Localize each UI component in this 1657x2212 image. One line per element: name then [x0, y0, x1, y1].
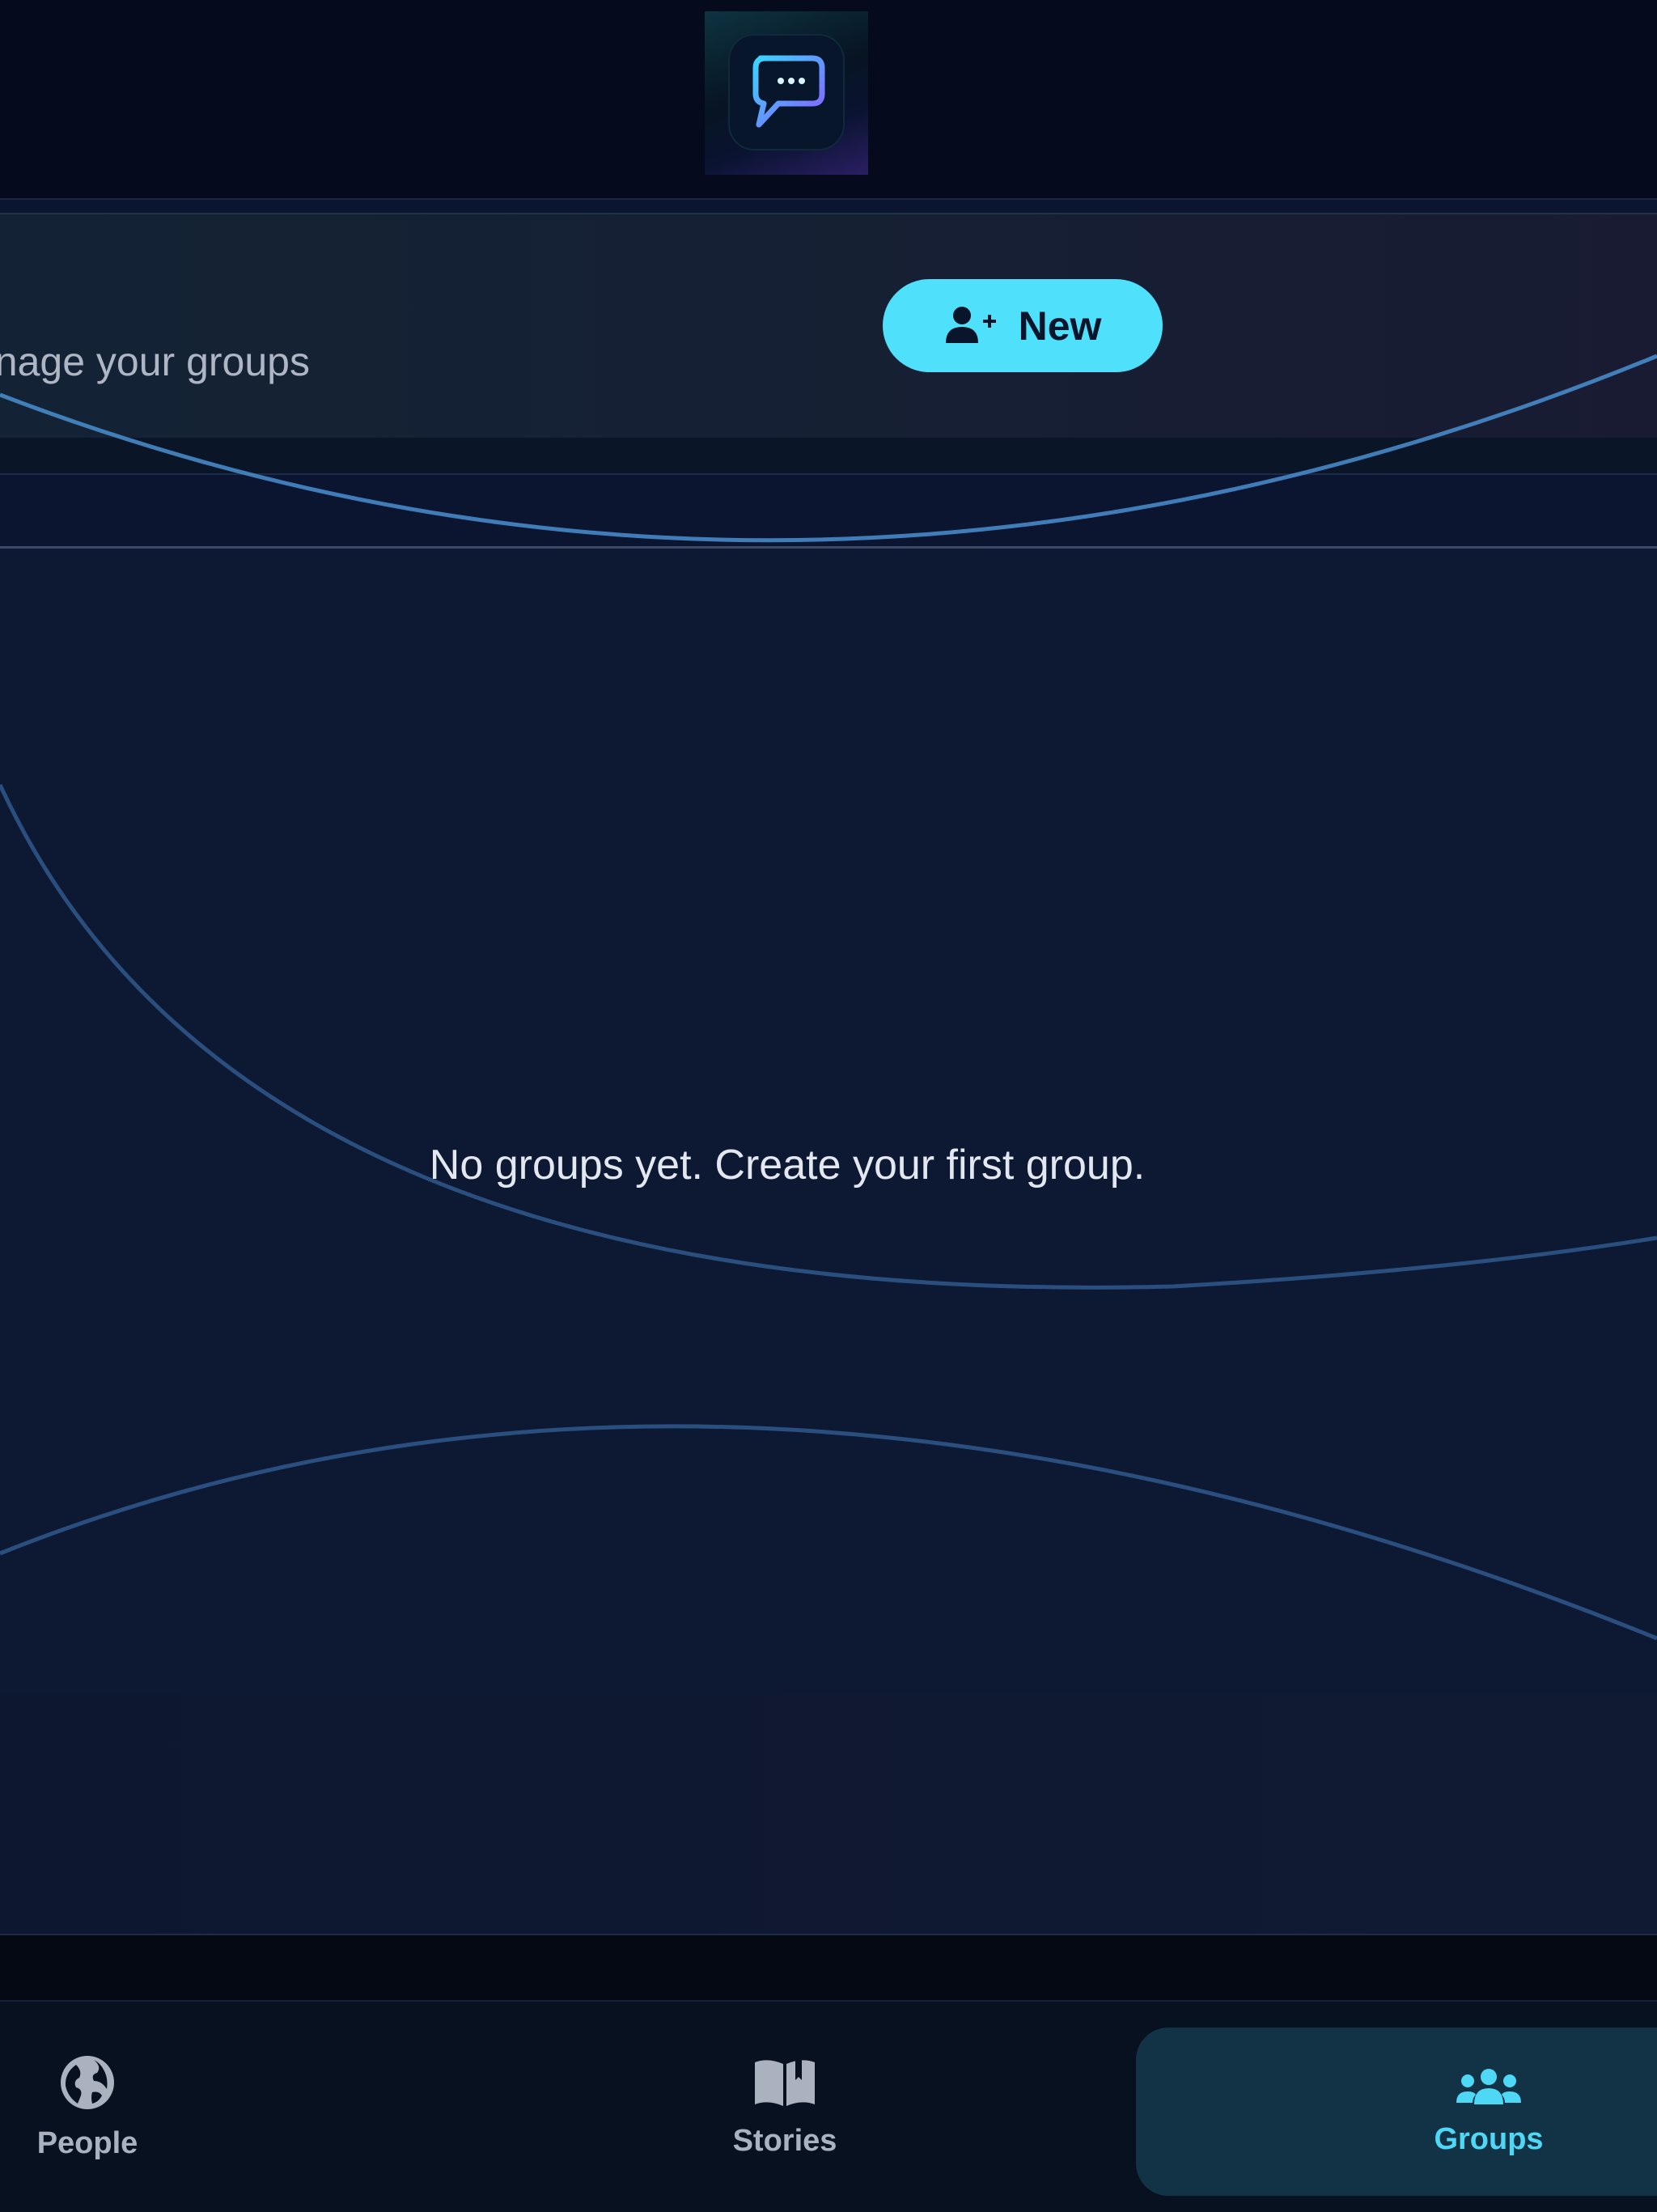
nav-label-people: People	[36, 2125, 138, 2160]
nav-groups[interactable]: Groups	[1136, 2028, 1657, 2196]
top-bar	[0, 0, 1657, 200]
app-logo	[705, 11, 868, 175]
divider-strip	[0, 438, 1657, 475]
dark-band	[0, 1935, 1657, 2000]
groups-header-panel	[0, 213, 1657, 439]
nav-people[interactable]: People	[0, 2002, 175, 2212]
globe-icon	[58, 2053, 117, 2115]
footer-area	[0, 1694, 1657, 1935]
new-group-button[interactable]: New	[883, 279, 1163, 372]
users-icon	[1455, 2067, 1523, 2111]
new-button-label: New	[1018, 303, 1102, 349]
groups-list-panel	[0, 546, 1657, 1697]
page-subtitle: anage your groups	[0, 339, 310, 384]
nav-label-stories: Stories	[732, 2123, 837, 2158]
open-book-icon	[753, 2056, 816, 2112]
add-user-icon	[944, 304, 998, 347]
bottom-nav: People Stories Groups	[0, 2000, 1657, 2212]
nav-stories[interactable]: Stories	[704, 2002, 866, 2212]
empty-state-message: No groups yet. Create your first group.	[429, 1142, 1146, 1189]
chat-bubble-icon	[728, 34, 845, 150]
nav-label-groups: Groups	[1434, 2121, 1544, 2156]
